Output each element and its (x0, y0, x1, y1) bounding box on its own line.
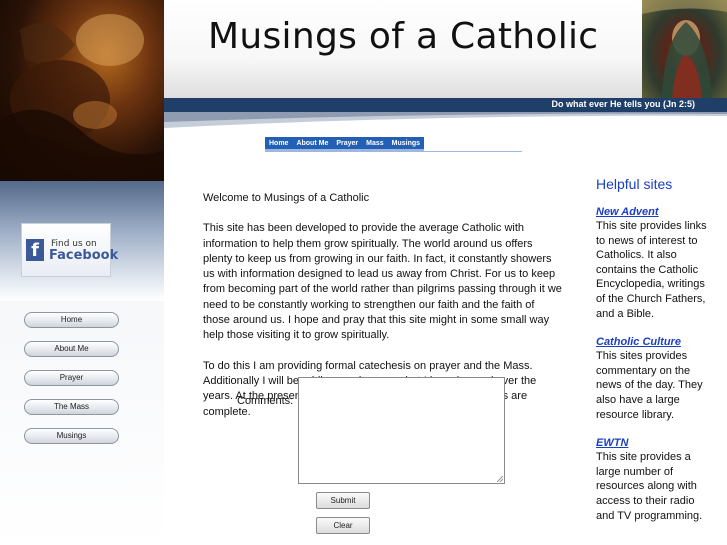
top-nav-divider (265, 151, 522, 152)
ewtn-description: This site provides a large number of res… (596, 451, 703, 522)
top-nav-prayer[interactable]: Prayer (332, 137, 362, 149)
submit-button[interactable]: Submit (316, 492, 370, 509)
helpful-sites-heading: Helpful sites (596, 176, 673, 192)
left-nav-prayer[interactable]: Prayer (24, 370, 119, 386)
new-advent-description: This site provides links to news of inte… (596, 220, 707, 320)
site-title: Musings of a Catholic (208, 16, 599, 57)
left-nav-the-mass[interactable]: The Mass (24, 399, 119, 415)
left-nav: Home About Me Prayer The Mass Musings (24, 312, 119, 457)
facebook-badge[interactable]: f Find us on Facebook (21, 223, 118, 277)
facebook-badge-line2: Facebook (49, 248, 119, 263)
ewtn-link[interactable]: EWTN (596, 436, 712, 450)
catholic-culture-link[interactable]: Catholic Culture (596, 335, 712, 349)
welcome-heading: Welcome to Musings of a Catholic (203, 192, 370, 204)
tagline: Do what ever He tells you (Jn 2:5) (551, 99, 695, 109)
facebook-icon: f (26, 239, 44, 261)
top-nav: Home About Me Prayer Mass Musings (265, 137, 425, 152)
top-nav-musings[interactable]: Musings (388, 137, 424, 149)
clear-button[interactable]: Clear (316, 517, 370, 534)
comments-label: Comments: (237, 395, 294, 407)
tagline-bar: Do what ever He tells you (Jn 2:5) (164, 98, 727, 112)
left-nav-about-me[interactable]: About Me (24, 341, 119, 357)
catholic-culture-description: This sites provides commentary on the ne… (596, 350, 703, 421)
left-column: f Find us on Facebook Home About Me Pray… (0, 0, 164, 545)
top-nav-mass[interactable]: Mass (362, 137, 388, 149)
header-swoosh (164, 112, 727, 128)
top-nav-about-me[interactable]: About Me (292, 137, 332, 149)
comments-textarea[interactable] (298, 377, 505, 484)
top-nav-home[interactable]: Home (265, 137, 292, 149)
resize-grip-icon[interactable] (497, 476, 503, 482)
header-painting-right (642, 0, 727, 98)
left-nav-home[interactable]: Home (24, 312, 119, 328)
header-painting-left (0, 0, 164, 181)
helpful-sites-sidebar: Helpful sites New Advent This site provi… (596, 176, 712, 537)
new-advent-link[interactable]: New Advent (596, 205, 712, 219)
left-nav-musings[interactable]: Musings (24, 428, 119, 444)
intro-paragraph: This site has been developed to provide … (203, 222, 562, 342)
